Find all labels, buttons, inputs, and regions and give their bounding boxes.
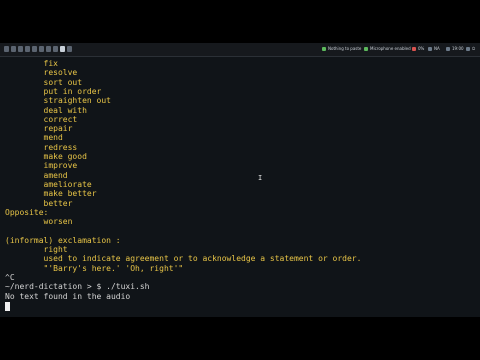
terminal-line: worsen (5, 217, 73, 227)
power-icon (466, 47, 470, 51)
tray-item-label: 0% (418, 46, 425, 51)
tray-item[interactable]: NA (428, 45, 440, 53)
clock-icon (446, 47, 450, 51)
workspace-indicator[interactable] (39, 46, 44, 52)
top-panel: Nothing to paste Microphone enabled 0% NA 19… (0, 43, 480, 57)
workspace-indicator[interactable] (4, 46, 9, 52)
volume-icon (428, 47, 432, 51)
terminal-line: No text found in the audio (5, 291, 131, 301)
workspace-indicator[interactable] (18, 46, 23, 52)
workspace-indicator[interactable] (25, 46, 30, 52)
tray-item[interactable]: 0% (412, 45, 424, 53)
tray-item-label: NA (434, 46, 440, 51)
tray-item[interactable]: Nothing to paste (322, 45, 361, 53)
tray-item-label: ⏻ (472, 46, 476, 51)
terminal-window[interactable]: fix resolve sort out put in order straig… (0, 57, 480, 317)
text-cursor-icon: I (258, 174, 263, 182)
workspace-indicator[interactable] (11, 46, 16, 52)
tray-item-label: Nothing to paste (328, 46, 362, 51)
terminal-line: "'Barry's here.' 'Oh, right'" (5, 263, 184, 273)
tray-item-label: 19:00 (452, 46, 464, 51)
tray-item[interactable]: Microphone enabled (364, 45, 411, 53)
letterbox-bottom (0, 317, 480, 360)
tray-item[interactable]: ⏻ (466, 45, 475, 53)
workspace-indicator[interactable] (67, 46, 72, 52)
workspace-indicator[interactable] (53, 46, 58, 52)
tray-item[interactable]: 19:00 (446, 45, 464, 53)
battery-icon (412, 47, 416, 51)
workspace-indicator[interactable] (32, 46, 37, 52)
letterbox-top (0, 0, 480, 43)
microphone-icon (364, 47, 368, 51)
terminal-cursor (5, 301, 10, 311)
clipboard-icon (322, 47, 326, 51)
workspace-indicator[interactable] (60, 46, 65, 52)
workspace-indicator[interactable] (46, 46, 51, 52)
tray-item-label: Microphone enabled (370, 46, 411, 51)
